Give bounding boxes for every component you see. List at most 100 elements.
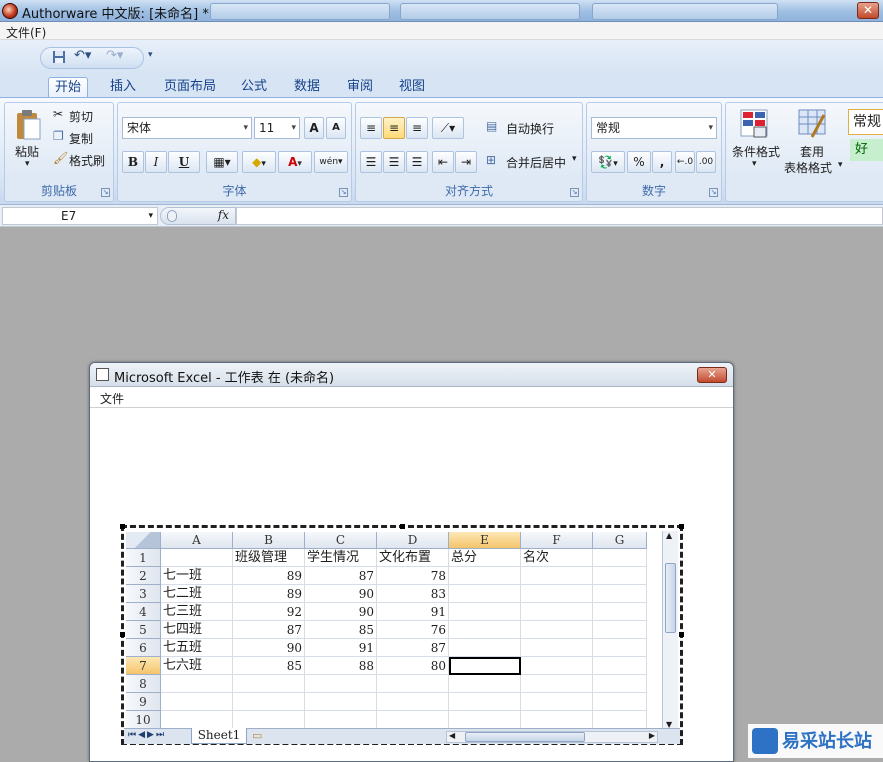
cell-f2[interactable] [521,567,593,585]
row-header-5[interactable]: 5 [126,621,161,639]
row-header-7[interactable]: 7 [126,657,161,675]
merge-center-label[interactable]: 合并后居中 [506,154,566,171]
format-painter-icon[interactable]: 🖌 [53,151,68,165]
italic-button[interactable]: I [145,151,167,173]
tab-home[interactable]: 开始 [48,77,89,99]
merge-center-icon[interactable]: ⊞ [486,153,496,167]
cell-c7[interactable]: 88 [305,657,377,675]
cell-b9[interactable] [233,693,305,711]
cell-d4[interactable]: 91 [377,603,449,621]
row-header-9[interactable]: 9 [126,693,161,711]
cell-g8[interactable] [593,675,647,693]
increase-indent-button[interactable]: ⇥ [455,151,477,173]
resize-handle[interactable] [679,524,684,529]
cell-a6[interactable]: 七五班 [161,639,233,657]
cell-f3[interactable] [521,585,593,603]
tab-insert[interactable]: 插入 [104,77,142,99]
borders-button[interactable]: ▦▾ [206,151,238,173]
cell-a7[interactable]: 七六班 [161,657,233,675]
cell-g6[interactable] [593,639,647,657]
cell-c1[interactable]: 学生情况 [305,549,377,567]
number-format-select[interactable]: 常规 ▾ [591,117,717,139]
resize-handle[interactable] [120,632,125,637]
phonetic-button[interactable]: wén▾ [314,151,348,173]
cell-d2[interactable]: 78 [377,567,449,585]
tab-page-layout[interactable]: 页面布局 [158,77,222,99]
scroll-up-icon[interactable]: ▲ [666,531,672,540]
tab-review[interactable]: 审阅 [341,77,379,99]
grow-font-button[interactable]: A [304,117,324,139]
wrap-text-label[interactable]: 自动换行 [506,120,554,137]
cell-c10[interactable] [305,711,377,729]
cell-f8[interactable] [521,675,593,693]
cell-d9[interactable] [377,693,449,711]
clipboard-launcher-icon[interactable]: ↘ [101,188,110,197]
background-window-tab[interactable] [210,3,390,20]
align-right-button[interactable]: ☰ [406,151,428,173]
expand-handle-icon[interactable] [167,210,177,222]
orientation-button[interactable]: ⟋▾ [432,117,464,139]
scroll-right-icon[interactable]: ▶ [649,731,655,740]
cell-f5[interactable] [521,621,593,639]
row-header-3[interactable]: 3 [126,585,161,603]
cell-e6[interactable] [449,639,521,657]
resize-handle[interactable] [679,632,684,637]
tab-data[interactable]: 数据 [288,77,326,99]
embedded-worksheet[interactable]: A B C D E F G 1 班级管理 学生情况 文化布置 总分 名次 2 七一班 89 87 78 3 七二班 89… [120,524,684,745]
font-color-button[interactable]: A▾ [278,151,312,173]
cell-e10[interactable] [449,711,521,729]
increase-decimal-button[interactable]: ←.0 [675,151,695,173]
column-header-e[interactable]: E [449,532,521,549]
cell-c2[interactable]: 87 [305,567,377,585]
column-header-f[interactable]: F [521,532,593,549]
cell-c4[interactable]: 90 [305,603,377,621]
align-center-button[interactable]: ☰ [383,151,405,173]
cell-d6[interactable]: 87 [377,639,449,657]
cell-c5[interactable]: 85 [305,621,377,639]
cell-g7[interactable] [593,657,647,675]
paste-label[interactable]: 粘贴 [15,143,39,160]
cell-f1[interactable]: 名次 [521,549,593,567]
format-as-table-icon[interactable] [798,109,828,142]
cell-g10[interactable] [593,711,647,729]
cell-d8[interactable] [377,675,449,693]
column-header-c[interactable]: C [305,532,377,549]
cell-a10[interactable] [161,711,233,729]
cell-e5[interactable] [449,621,521,639]
cell-f9[interactable] [521,693,593,711]
decrease-decimal-button[interactable]: .00 [696,151,716,173]
redo-icon[interactable]: ↷▾ [106,48,123,63]
tab-formulas[interactable]: 公式 [235,77,273,99]
wrap-text-icon[interactable]: ▤ [486,119,497,133]
copy-icon[interactable]: ❐ [53,129,64,143]
cell-b1[interactable]: 班级管理 [233,549,305,567]
font-name-select[interactable]: 宋体 ▾ [122,117,252,139]
cell-b3[interactable]: 89 [233,585,305,603]
cell-a9[interactable] [161,693,233,711]
decrease-indent-button[interactable]: ⇤ [432,151,454,173]
row-header-8[interactable]: 8 [126,675,161,693]
cell-d10[interactable] [377,711,449,729]
name-box[interactable]: E7 ▾ [2,207,158,225]
cell-a3[interactable]: 七二班 [161,585,233,603]
conditional-format-label[interactable]: 条件格式 [732,143,780,160]
vertical-scroll-thumb[interactable] [665,563,676,633]
column-header-b[interactable]: B [233,532,305,549]
formula-input[interactable] [236,207,883,225]
cell-e8[interactable] [449,675,521,693]
customize-qat-icon[interactable]: ▾ [148,50,153,60]
active-cell[interactable] [449,657,521,675]
cell-d3[interactable]: 83 [377,585,449,603]
cell-d7[interactable]: 80 [377,657,449,675]
cell-d5[interactable]: 76 [377,621,449,639]
background-window-tab[interactable] [592,3,778,20]
cell-e9[interactable] [449,693,521,711]
cell-g3[interactable] [593,585,647,603]
cell-a5[interactable]: 七四班 [161,621,233,639]
chevron-down-icon[interactable]: ▾ [838,160,843,170]
cell-b5[interactable]: 87 [233,621,305,639]
cell-b7[interactable]: 85 [233,657,305,675]
sheet-tab-sheet1[interactable]: Sheet1 [191,728,247,744]
cell-g2[interactable] [593,567,647,585]
cell-a1[interactable] [161,549,233,567]
